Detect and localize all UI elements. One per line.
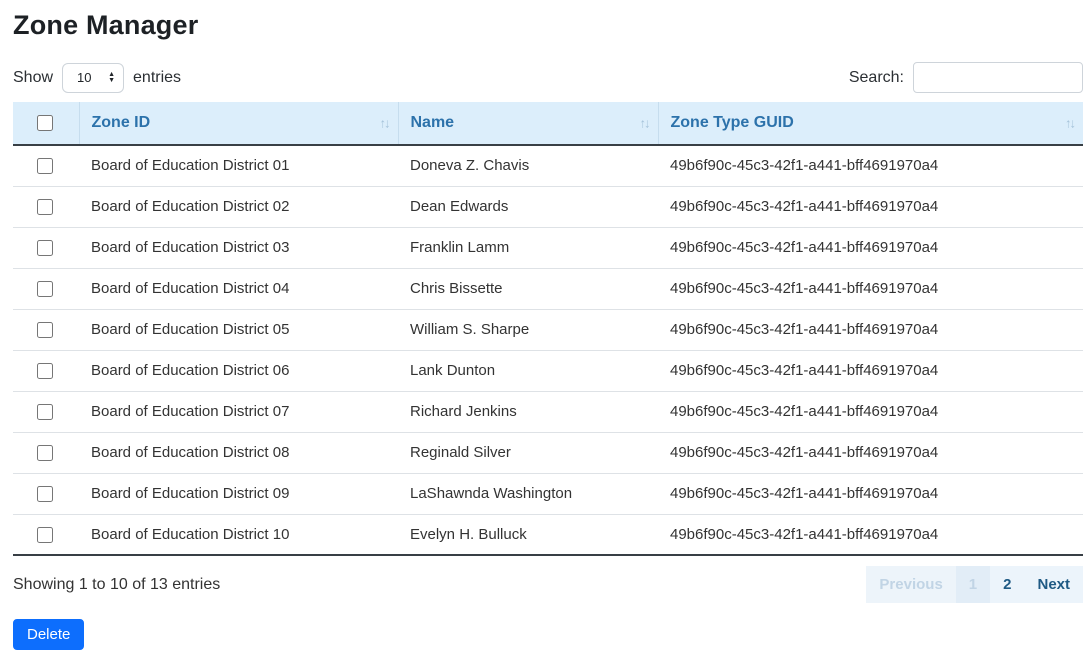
guid-cell: 49b6f90c-45c3-42f1-a441-bff4691970a4 <box>658 391 1083 432</box>
row-checkbox[interactable] <box>37 486 53 502</box>
guid-cell: 49b6f90c-45c3-42f1-a441-bff4691970a4 <box>658 432 1083 473</box>
column-header-zone-id[interactable]: Zone ID ↑↓ <box>79 102 398 145</box>
table-row: Board of Education District 09 LaShawnda… <box>13 473 1083 514</box>
page-1-button[interactable]: 1 <box>956 566 990 603</box>
entries-label: entries <box>133 69 181 87</box>
zone-id-cell: Board of Education District 03 <box>79 227 398 268</box>
row-checkbox[interactable] <box>37 404 53 420</box>
zone-id-cell: Board of Education District 10 <box>79 514 398 555</box>
row-checkbox[interactable] <box>37 158 53 174</box>
zone-id-cell: Board of Education District 01 <box>79 145 398 186</box>
sort-icon: ↑↓ <box>380 116 389 131</box>
zone-id-cell: Board of Education District 08 <box>79 432 398 473</box>
page-title: Zone Manager <box>13 10 1083 41</box>
name-cell: Dean Edwards <box>398 186 658 227</box>
column-header-name[interactable]: Name ↑↓ <box>398 102 658 145</box>
row-checkbox[interactable] <box>37 199 53 215</box>
row-checkbox[interactable] <box>37 527 53 543</box>
zone-id-cell: Board of Education District 05 <box>79 309 398 350</box>
name-cell: Evelyn H. Bulluck <box>398 514 658 555</box>
search-label: Search: <box>849 69 904 87</box>
name-cell: Doneva Z. Chavis <box>398 145 658 186</box>
sort-icon: ↑↓ <box>640 116 649 131</box>
row-checkbox[interactable] <box>37 240 53 256</box>
page-2-button[interactable]: 2 <box>990 566 1024 603</box>
guid-cell: 49b6f90c-45c3-42f1-a441-bff4691970a4 <box>658 268 1083 309</box>
zones-table: Zone ID ↑↓ Name ↑↓ Zone Type GUID ↑↓ Boa… <box>13 102 1083 556</box>
header-row: Zone ID ↑↓ Name ↑↓ Zone Type GUID ↑↓ <box>13 102 1083 145</box>
table-controls: Show 10 ▲ ▼ entries Search: <box>13 62 1083 93</box>
table-row: Board of Education District 03 Franklin … <box>13 227 1083 268</box>
table-footer: Showing 1 to 10 of 13 entries Previous 1… <box>13 566 1083 603</box>
zone-id-cell: Board of Education District 09 <box>79 473 398 514</box>
name-cell: Chris Bissette <box>398 268 658 309</box>
zone-id-cell: Board of Education District 06 <box>79 350 398 391</box>
name-cell: Reginald Silver <box>398 432 658 473</box>
table-row: Board of Education District 10 Evelyn H.… <box>13 514 1083 555</box>
table-row: Board of Education District 02 Dean Edwa… <box>13 186 1083 227</box>
guid-cell: 49b6f90c-45c3-42f1-a441-bff4691970a4 <box>658 145 1083 186</box>
name-cell: Richard Jenkins <box>398 391 658 432</box>
row-checkbox[interactable] <box>37 281 53 297</box>
guid-cell: 49b6f90c-45c3-42f1-a441-bff4691970a4 <box>658 350 1083 391</box>
zone-id-cell: Board of Education District 07 <box>79 391 398 432</box>
guid-cell: 49b6f90c-45c3-42f1-a441-bff4691970a4 <box>658 186 1083 227</box>
zone-id-cell: Board of Education District 04 <box>79 268 398 309</box>
table-row: Board of Education District 07 Richard J… <box>13 391 1083 432</box>
table-row: Board of Education District 06 Lank Dunt… <box>13 350 1083 391</box>
row-checkbox[interactable] <box>37 445 53 461</box>
guid-cell: 49b6f90c-45c3-42f1-a441-bff4691970a4 <box>658 309 1083 350</box>
select-all-header-cell <box>13 102 79 145</box>
next-button[interactable]: Next <box>1024 566 1083 603</box>
table-row: Board of Education District 04 Chris Bis… <box>13 268 1083 309</box>
name-cell: Franklin Lamm <box>398 227 658 268</box>
table-row: Board of Education District 01 Doneva Z.… <box>13 145 1083 186</box>
guid-cell: 49b6f90c-45c3-42f1-a441-bff4691970a4 <box>658 227 1083 268</box>
name-cell: Lank Dunton <box>398 350 658 391</box>
table-row: Board of Education District 08 Reginald … <box>13 432 1083 473</box>
row-checkbox[interactable] <box>37 363 53 379</box>
zone-id-cell: Board of Education District 02 <box>79 186 398 227</box>
guid-cell: 49b6f90c-45c3-42f1-a441-bff4691970a4 <box>658 514 1083 555</box>
delete-button[interactable]: Delete <box>13 619 84 650</box>
show-label: Show <box>13 69 53 87</box>
previous-button[interactable]: Previous <box>866 566 955 603</box>
name-cell: William S. Sharpe <box>398 309 658 350</box>
page-length-select[interactable]: 10 <box>62 63 124 93</box>
name-cell: LaShawnda Washington <box>398 473 658 514</box>
page-length-select-wrap: 10 ▲ ▼ <box>62 63 124 93</box>
table-row: Board of Education District 05 William S… <box>13 309 1083 350</box>
entries-info: Showing 1 to 10 of 13 entries <box>13 576 220 594</box>
guid-cell: 49b6f90c-45c3-42f1-a441-bff4691970a4 <box>658 473 1083 514</box>
column-header-zone-type-guid[interactable]: Zone Type GUID ↑↓ <box>658 102 1083 145</box>
select-all-checkbox[interactable] <box>37 115 53 131</box>
pagination: Previous 1 2 Next <box>866 566 1083 603</box>
sort-icon: ↑↓ <box>1065 116 1074 131</box>
search-input[interactable] <box>913 62 1083 93</box>
row-checkbox[interactable] <box>37 322 53 338</box>
